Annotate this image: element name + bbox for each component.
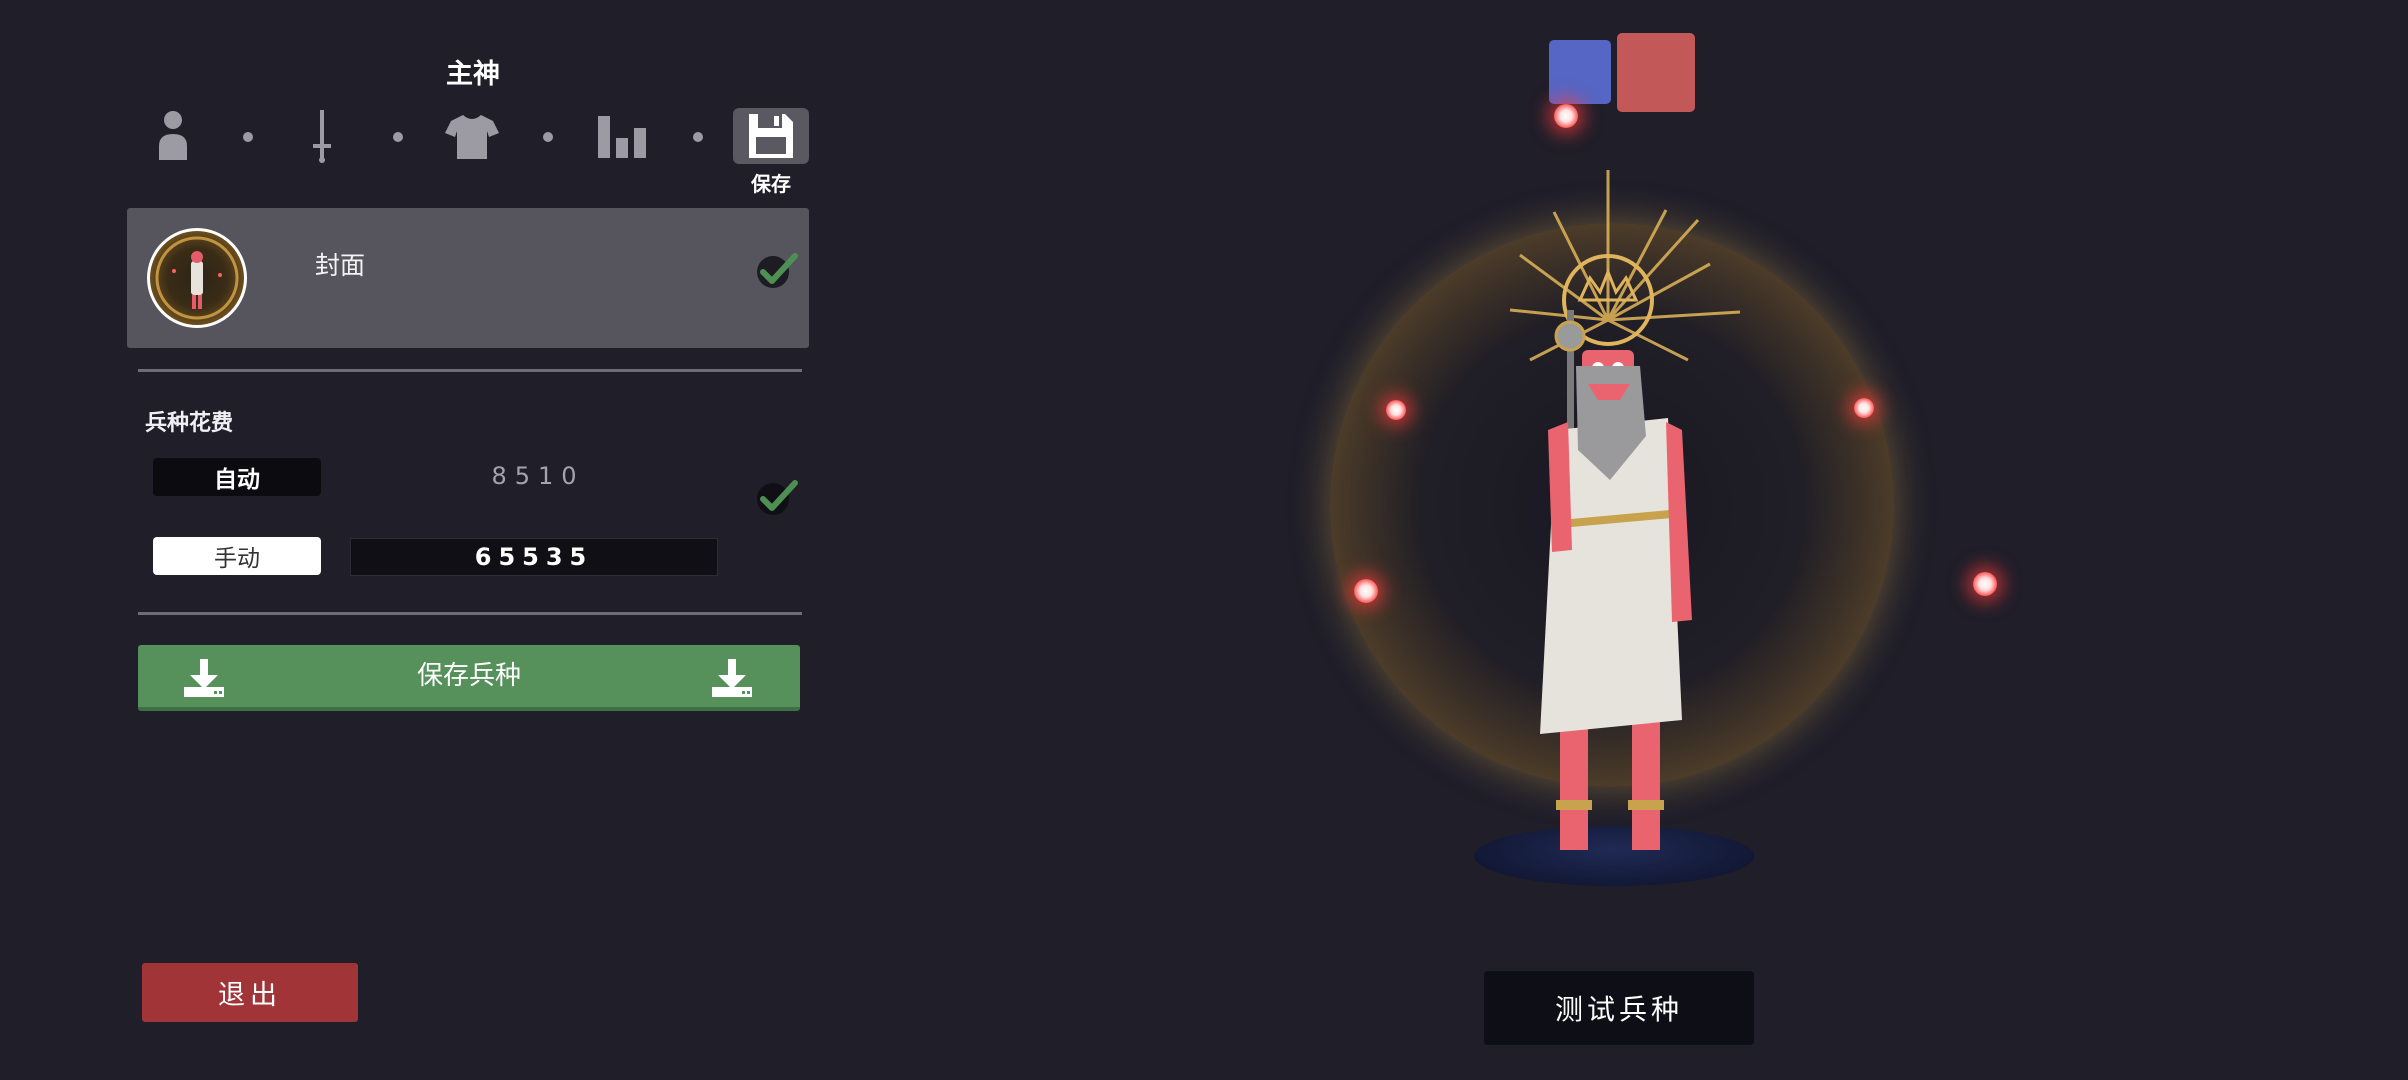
body-icon (159, 111, 187, 160)
aura-orb (1554, 104, 1578, 128)
divider (138, 612, 802, 615)
checkmark-icon (757, 253, 798, 288)
aura-orb (1386, 400, 1406, 420)
test-unit-button[interactable]: 测试兵种 (1484, 971, 1754, 1045)
step-clothing-button[interactable] (442, 106, 502, 166)
auto-cost-value: 8510 (491, 462, 585, 490)
aura-orb (1354, 579, 1378, 603)
step-body-button[interactable] (143, 106, 203, 166)
step-separator-dot (243, 132, 253, 142)
manual-cost-toggle[interactable]: 手动 (153, 537, 321, 575)
unit-creator-screen: 主神 保存 封面 兵种花费 自动 8510 手动 65535 保存兵种 退出 测… (0, 0, 2408, 1080)
step-separator-dot (543, 132, 553, 142)
aura-orb (1854, 398, 1874, 418)
cover-row[interactable]: 封面 (127, 208, 809, 348)
step-separator-dot (393, 132, 403, 142)
download-icon (712, 659, 752, 697)
unit-cost-label: 兵种花费 (145, 411, 234, 436)
unit-portrait-icon (155, 236, 239, 320)
unit-thumbnail (147, 228, 247, 328)
stats-icon (598, 116, 646, 158)
auto-cost-checkmark-icon (757, 480, 798, 515)
save-unit-button[interactable]: 保存兵种 (138, 645, 800, 711)
save-unit-label: 保存兵种 (416, 661, 521, 691)
team-blue-swatch[interactable] (1549, 40, 1611, 104)
unit-name-title: 主神 (446, 59, 500, 90)
shirt-icon (445, 115, 499, 159)
step-weapon-button[interactable] (292, 106, 352, 166)
floppy-disk-icon (749, 114, 793, 158)
step-stats-button[interactable] (592, 106, 652, 166)
team-red-swatch[interactable] (1617, 33, 1695, 112)
auto-cost-toggle[interactable]: 自动 (153, 458, 321, 496)
sword-icon (313, 110, 331, 163)
manual-cost-input[interactable] (350, 538, 718, 576)
aura-orb (1973, 572, 1997, 596)
step-separator-dot (693, 132, 703, 142)
divider (138, 369, 802, 372)
step-save-label: 保存 (751, 172, 791, 196)
step-save-button[interactable] (733, 108, 809, 164)
god-unit-model[interactable] (1460, 160, 1780, 870)
exit-button[interactable]: 退出 (142, 963, 358, 1022)
cover-label: 封面 (315, 251, 366, 280)
